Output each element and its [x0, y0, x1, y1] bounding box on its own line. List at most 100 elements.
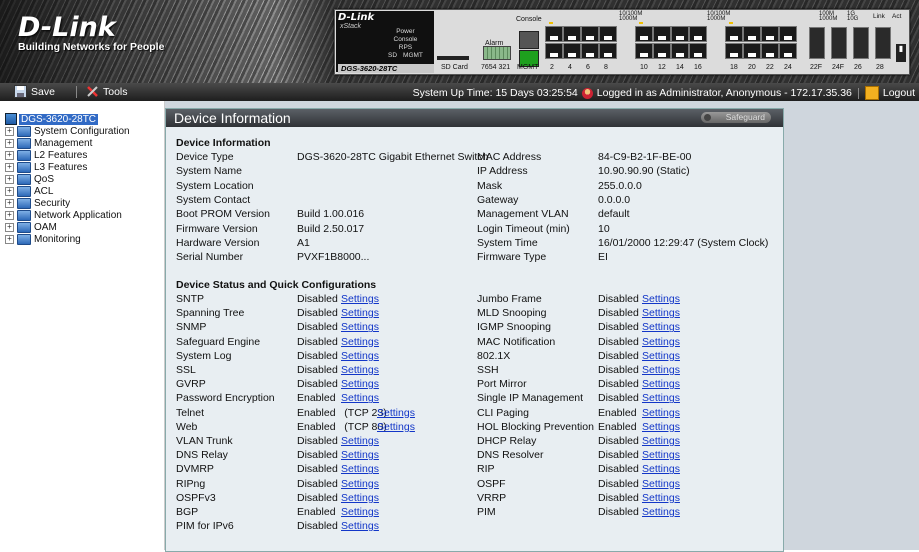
expand-toggle-icon[interactable]: +: [5, 199, 14, 208]
settings-link[interactable]: Settings: [341, 364, 379, 376]
settings-link[interactable]: Settings: [642, 506, 680, 518]
settings-link[interactable]: Settings: [341, 378, 379, 390]
info-value: Build 2.50.017: [297, 222, 365, 235]
settings-link[interactable]: Settings: [642, 321, 680, 333]
expand-toggle-icon[interactable]: +: [5, 163, 14, 172]
sdcard-slot: [437, 56, 469, 60]
rj45-port-top: [581, 26, 599, 42]
rj45-port-bottom: [653, 43, 671, 59]
status-label: RIPng: [176, 477, 206, 490]
tree-item-label: ACL: [34, 186, 54, 197]
settings-link[interactable]: Settings: [341, 321, 379, 333]
console-port[interactable]: [519, 31, 539, 49]
settings-link[interactable]: Settings: [341, 392, 379, 404]
rj45-port-bottom: [779, 43, 797, 59]
folder-icon: [17, 186, 31, 197]
navigation-tree: DGS-3620-28TC + System Configuration + Mana…: [0, 101, 165, 550]
settings-link[interactable]: Settings: [642, 350, 680, 362]
rj45-port-top: [671, 26, 689, 42]
tree-item-0[interactable]: + System Configuration: [5, 126, 130, 137]
port-led: [729, 22, 733, 24]
logout-icon[interactable]: [864, 86, 879, 100]
settings-link[interactable]: Settings: [341, 307, 379, 319]
settings-link[interactable]: Settings: [642, 364, 680, 376]
tools-label: Tools: [103, 85, 128, 98]
link-label: Link: [873, 13, 885, 20]
expand-toggle-icon[interactable]: +: [5, 187, 14, 196]
settings-link[interactable]: Settings: [642, 492, 680, 504]
settings-link[interactable]: Settings: [642, 463, 680, 475]
settings-link[interactable]: Settings: [642, 449, 680, 461]
info-value: 16/01/2000 12:29:47 (System Clock): [598, 236, 769, 249]
rj45-port-top: [725, 26, 743, 42]
settings-link[interactable]: Settings: [341, 520, 379, 532]
rj45-port-top: [743, 26, 761, 42]
tree-root-device[interactable]: DGS-3620-28TC: [5, 113, 99, 125]
tree-root-label: DGS-3620-28TC: [19, 113, 99, 125]
tree-item-3[interactable]: + L3 Features: [5, 162, 87, 173]
settings-link[interactable]: Settings: [341, 336, 379, 348]
tree-item-6[interactable]: + Security: [5, 198, 70, 209]
info-label: Boot PROM Version: [176, 208, 270, 221]
tree-item-1[interactable]: + Management: [5, 138, 92, 149]
header-banner: D-Link Building Networks for People D-Li…: [0, 0, 919, 83]
settings-link[interactable]: Settings: [341, 506, 379, 518]
settings-link[interactable]: Settings: [341, 478, 379, 490]
settings-link[interactable]: Settings: [341, 293, 379, 305]
settings-link[interactable]: Settings: [642, 478, 680, 490]
folder-icon: [17, 234, 31, 245]
panel-side-indicator: ▮: [896, 44, 906, 62]
settings-link[interactable]: Settings: [642, 407, 680, 419]
save-button[interactable]: Save: [14, 85, 55, 98]
speed-legend-8: 10G: [847, 16, 859, 22]
settings-link[interactable]: Settings: [341, 463, 379, 475]
expand-toggle-icon[interactable]: +: [5, 139, 14, 148]
panel-series: xStack: [340, 23, 362, 30]
status-label: DVMRP: [176, 463, 214, 476]
tree-item-7[interactable]: + Network Application: [5, 210, 122, 221]
settings-link[interactable]: Settings: [341, 435, 379, 447]
status-value: Disabled: [297, 293, 338, 305]
info-label: Serial Number: [176, 251, 244, 264]
status-label: SSL: [176, 364, 196, 376]
settings-link[interactable]: Settings: [642, 336, 680, 348]
tree-item-9[interactable]: + Monitoring: [5, 234, 81, 245]
settings-link[interactable]: Settings: [341, 449, 379, 461]
settings-link[interactable]: Settings: [642, 378, 680, 390]
settings-link[interactable]: Settings: [341, 492, 379, 504]
settings-link[interactable]: Settings: [377, 407, 415, 419]
expand-toggle-icon[interactable]: +: [5, 175, 14, 184]
status-label: System Log: [176, 349, 232, 362]
status-label: VLAN Trunk: [176, 435, 233, 447]
tree-item-2[interactable]: + L2 Features: [5, 150, 87, 161]
expand-toggle-icon[interactable]: +: [5, 223, 14, 232]
expand-toggle-icon[interactable]: +: [5, 151, 14, 160]
port-number: 22F: [810, 64, 823, 71]
tree-item-label: QoS: [34, 174, 55, 185]
settings-link[interactable]: Settings: [642, 392, 680, 404]
tree-item-8[interactable]: + OAM: [5, 222, 57, 233]
status-value: Disabled: [598, 435, 639, 447]
expand-toggle-icon[interactable]: +: [5, 235, 14, 244]
status-value: Disabled: [598, 378, 639, 391]
folder-icon: [17, 150, 31, 161]
info-label: Firmware Version: [176, 222, 258, 235]
tree-item-4[interactable]: + QoS: [5, 174, 54, 185]
tools-button[interactable]: Tools: [86, 85, 128, 98]
status-value: Disabled: [297, 491, 338, 504]
settings-link[interactable]: Settings: [642, 307, 680, 319]
expand-toggle-icon[interactable]: +: [5, 127, 14, 136]
settings-link[interactable]: Settings: [642, 435, 680, 447]
rj45-port-top: [635, 26, 653, 42]
settings-link[interactable]: Settings: [642, 293, 680, 305]
settings-link[interactable]: Settings: [341, 350, 379, 362]
settings-link[interactable]: Settings: [377, 421, 415, 433]
tree-item-5[interactable]: + ACL: [5, 186, 53, 197]
logout-link[interactable]: Logout: [883, 87, 915, 99]
settings-link[interactable]: Settings: [642, 421, 680, 433]
port-number: 16: [694, 64, 702, 71]
status-label: Password Encryption: [176, 392, 275, 405]
expand-toggle-icon[interactable]: +: [5, 211, 14, 220]
tree-item-label: System Configuration: [34, 126, 130, 137]
sfp-port: [875, 27, 891, 59]
